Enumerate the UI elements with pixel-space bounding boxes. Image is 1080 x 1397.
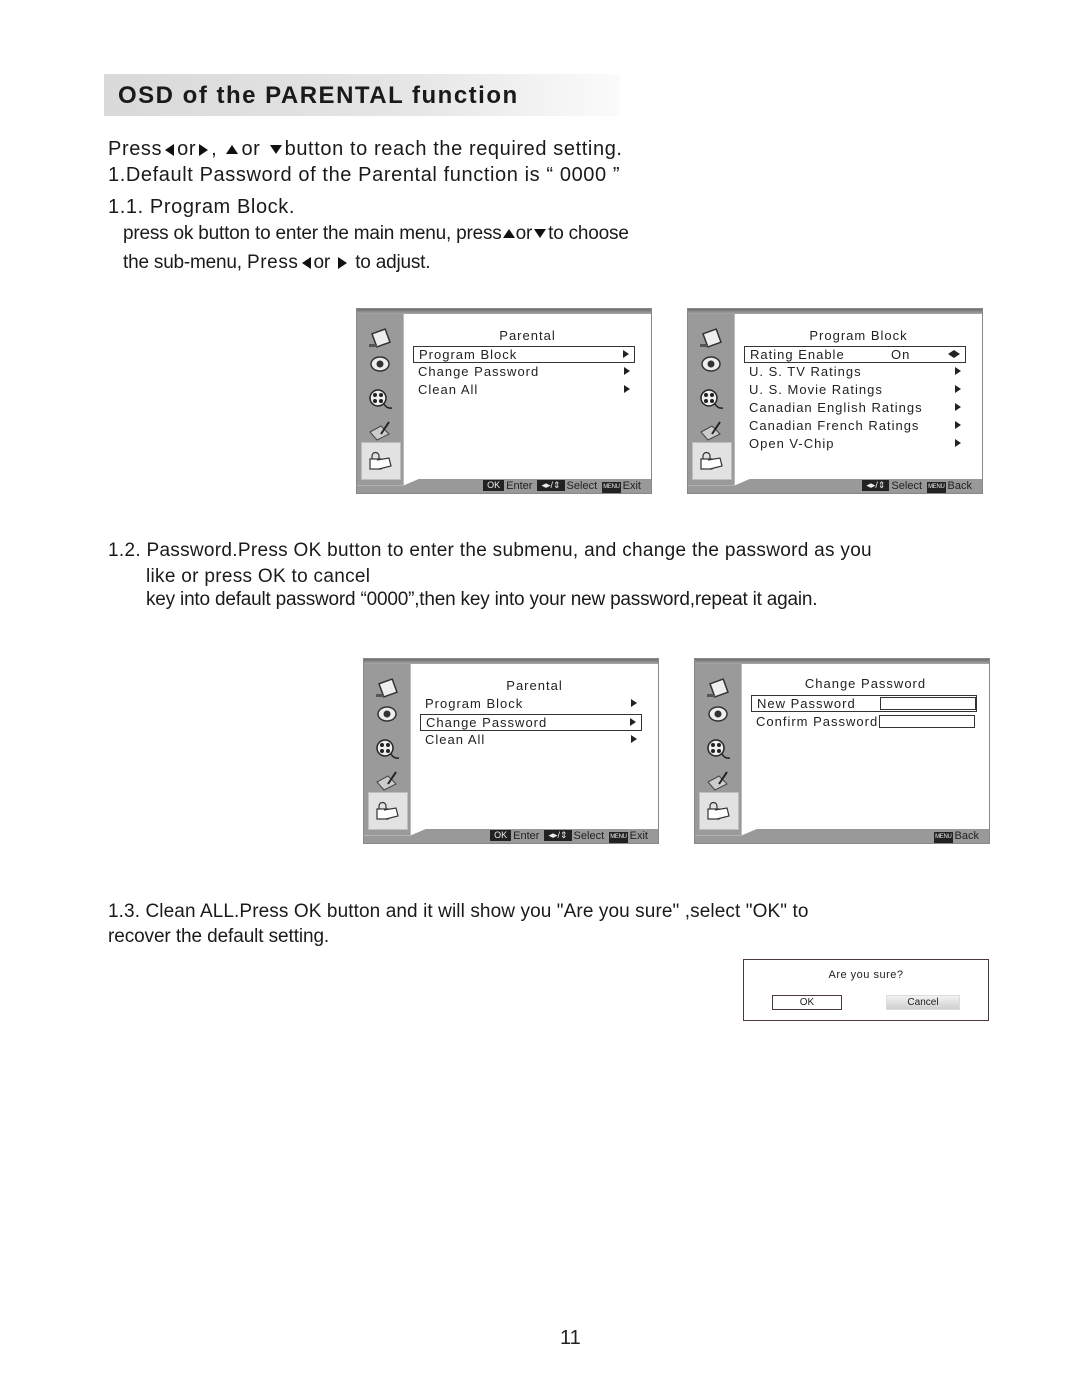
picture-icon [369,328,391,348]
dialog-question: Are you sure? [828,969,904,981]
new-password-row: New Password [751,695,977,712]
right-arrow-icon [955,385,961,393]
sound-icon [701,356,721,372]
left-arrow-icon [301,256,311,269]
ok-key-icon: OK [483,480,505,491]
menu-item-clean-all[interactable]: Clean All [413,382,635,399]
parental-lock-icon [376,801,399,820]
setup-icon [376,771,397,791]
right-arrow-icon [631,735,637,743]
channel-icon [376,739,400,759]
picture-icon [700,328,722,348]
osd-sidebar [688,314,735,485]
menu-item-open-v-chip[interactable]: Open V-Chip [744,436,966,453]
menu-item-canadian-french-ratings[interactable]: Canadian French Ratings [744,418,966,435]
menu-key-icon: MENU [609,832,628,843]
nav-key-icon: ◂▸/⇕ [537,480,565,491]
right-arrow-icon [955,421,961,429]
sound-icon [708,706,728,722]
default-password-note: 1.Default Password of the Parental funct… [108,164,621,186]
sound-icon [370,356,390,372]
osd-title: Change Password [804,676,927,691]
channel-icon [369,389,393,409]
picture-icon [707,678,729,698]
osd-sidebar [357,314,404,485]
sound-icon [377,706,397,722]
menu-item-rating-enable[interactable]: Rating Enable On [744,346,966,363]
section-1-2-line1: 1.2. Password.Press OK button to enter t… [108,540,872,561]
setup-icon [700,421,721,441]
nav-key-icon: ◂▸/⇕ [544,830,572,841]
confirm-password-row: Confirm Password [751,714,977,731]
section-1-1-title: 1.1. Program Block. [108,196,296,218]
setup-icon [707,771,728,791]
right-arrow-icon [624,385,630,393]
right-arrow-icon [199,143,209,156]
section-1-1-line1: press ok button to enter the main menu, … [123,223,629,244]
right-arrow-icon [955,439,961,447]
osd-sidebar [695,664,742,835]
right-arrow-icon [955,367,961,375]
menu-item-canadian-english-ratings[interactable]: Canadian English Ratings [744,400,966,417]
ok-button[interactable]: OK [772,995,842,1010]
picture-icon [376,678,398,698]
channel-icon [700,389,724,409]
menu-item-program-block[interactable]: Program Block [413,346,635,363]
osd-parental-menu: Parental Program Block Change Password C… [363,658,659,844]
page-number: 11 [560,1327,581,1349]
osd-parental-menu: Parental Program Block Change Password C… [356,308,652,494]
parental-lock-icon [700,451,723,470]
section-1-2-line3: key into default password “0000”,then ke… [146,589,818,610]
right-arrow-icon [338,256,348,269]
menu-item-clean-all[interactable]: Clean All [420,732,642,749]
rating-enable-value: On [891,347,911,362]
menu-key-icon: MENU [927,482,946,493]
osd-title: Program Block [809,328,908,343]
right-arrow-icon [624,367,630,375]
heading-text: OSD of the PARENTAL function [118,82,519,109]
down-arrow-icon [269,145,282,155]
setup-icon [369,421,390,441]
right-arrow-icon [955,403,961,411]
osd-sidebar [364,664,411,835]
channel-icon [707,739,731,759]
menu-item-us-movie-ratings[interactable]: U. S. Movie Ratings [744,382,966,399]
new-password-input[interactable] [880,697,976,710]
menu-item-program-block[interactable]: Program Block [420,696,642,713]
down-arrow-icon [534,229,547,239]
ok-key-icon: OK [490,830,512,841]
section-1-1-line2: the sub-menu, Press or to adjust. [123,252,431,273]
section-1-3-line2: recover the default setting. [108,926,330,947]
osd-program-block-menu: Program Block Rating Enable On U. S. TV R… [687,308,983,494]
right-arrow-icon [631,699,637,707]
confirm-dialog: Are you sure? OK Cancel [743,959,989,1021]
section-heading: OSD of the PARENTAL function [104,74,620,116]
parental-lock-icon [707,801,730,820]
nav-key-icon: ◂▸/⇕ [862,480,890,491]
up-arrow-icon [226,145,239,155]
menu-item-change-password[interactable]: Change Password [420,714,642,731]
parental-lock-icon [369,451,392,470]
osd-title: Parental [499,328,556,343]
menu-item-us-tv-ratings[interactable]: U. S. TV Ratings [744,364,966,381]
osd-title: Parental [506,678,563,693]
right-arrow-icon [630,718,636,726]
menu-key-icon: MENU [602,482,621,493]
section-1-2-line2: like or press OK to cancel [146,566,371,587]
up-arrow-icon [502,229,515,239]
cancel-button[interactable]: Cancel [886,995,960,1010]
nav-instruction: Press or, or button to reach the required… [108,138,623,160]
section-1-3-line1: 1.3. Clean ALL.Press OK button and it wi… [108,901,809,922]
right-arrow-icon [623,350,629,358]
osd-change-password-menu: Change Password New Password Confirm Pas… [694,658,990,844]
menu-key-icon: MENU [934,832,953,843]
left-arrow-icon [165,143,175,156]
confirm-password-input[interactable] [879,715,975,728]
menu-item-change-password[interactable]: Change Password [413,364,635,381]
